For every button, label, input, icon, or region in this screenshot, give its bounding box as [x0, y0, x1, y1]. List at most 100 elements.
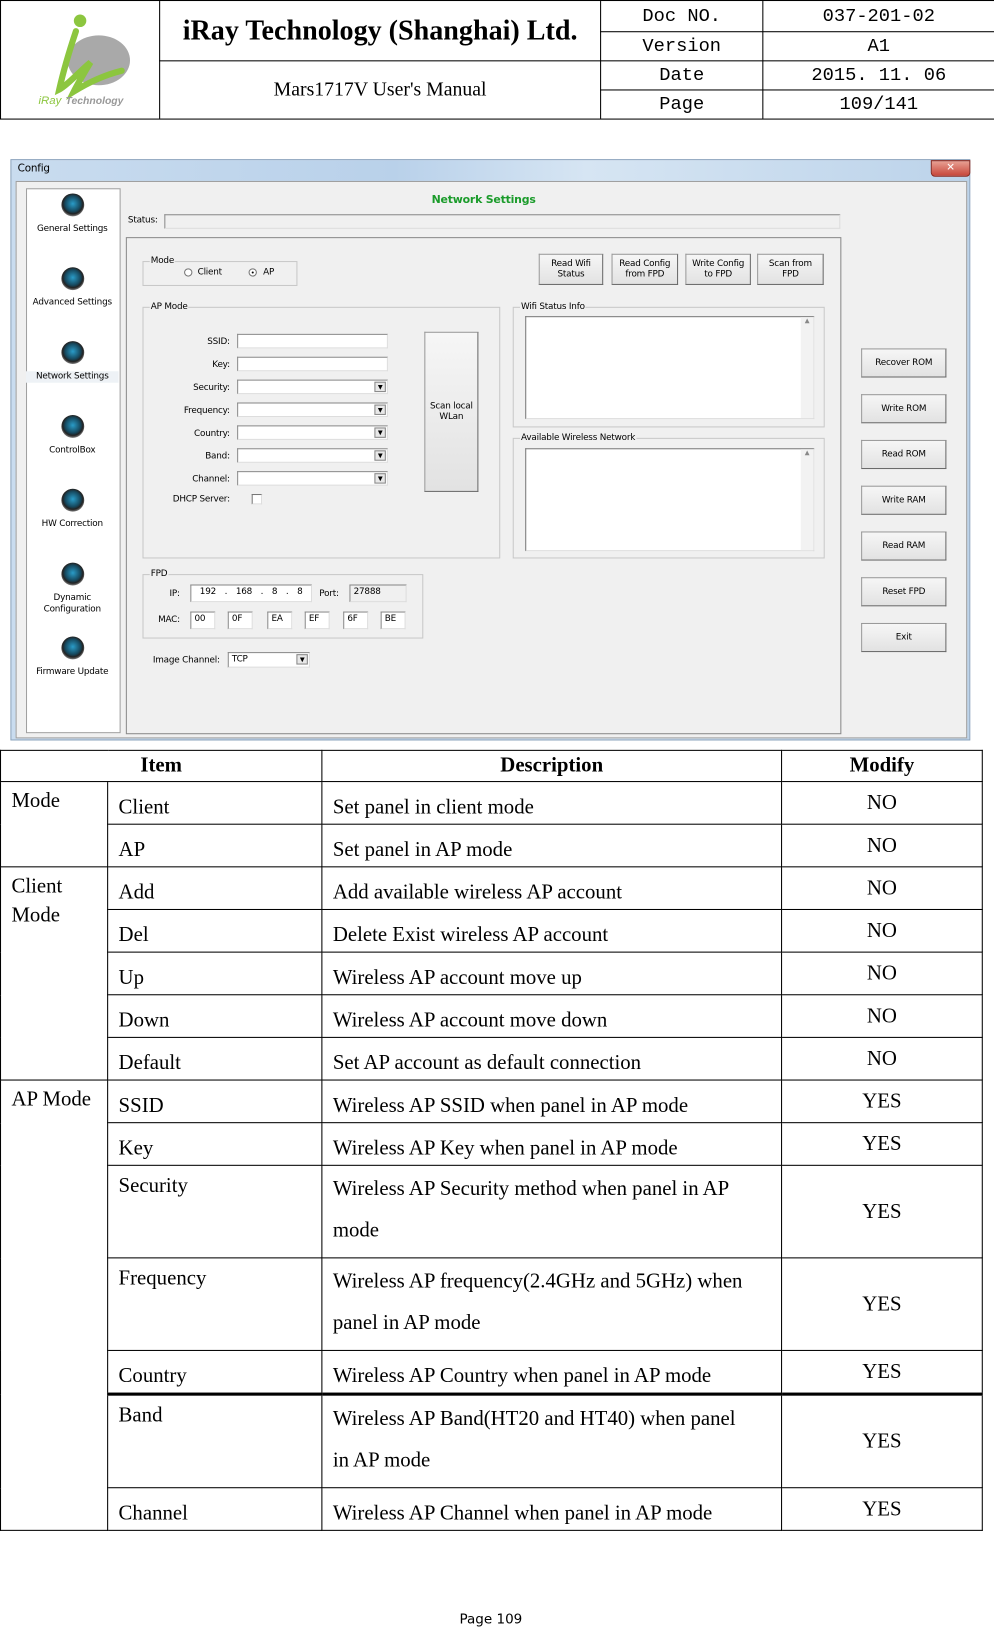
description-cell: Wireless AP Key when panel in AP mode: [321, 1122, 783, 1166]
table-row: AP Set panel in AP mode NO: [1, 823, 983, 868]
scrollbar[interactable]: ▲: [800, 449, 814, 551]
page-value: 109/141: [839, 94, 919, 115]
document-header: iRay Technology iRay Technology (Shangha…: [0, 0, 994, 120]
mac-input-2[interactable]: 0F: [227, 611, 253, 630]
button-label: Status: [557, 269, 585, 280]
table-row: Channel Wireless AP Channel when panel i…: [1, 1487, 983, 1531]
table-row: Security Wireless AP Security method whe…: [1, 1164, 983, 1259]
group-client-mode: Client Mode: [0, 866, 109, 1081]
mac-input-5[interactable]: 6F: [343, 611, 369, 630]
mac-input-4[interactable]: EF: [304, 611, 330, 630]
reset-fpd-button[interactable]: Reset FPD: [861, 577, 947, 607]
modify-cell: YES: [781, 1164, 983, 1259]
item-cell: Down: [107, 994, 323, 1038]
table-row: Default Set AP account as default connec…: [1, 1036, 983, 1081]
sidebar-label: HW Correction: [41, 518, 103, 530]
network-settings-table: Item Description Modify Mode Client Set …: [0, 749, 983, 1531]
button-label: Read Config: [619, 258, 671, 270]
modify-cell: NO: [781, 994, 983, 1038]
table-row: Del Delete Exist wireless AP account NO: [1, 908, 983, 953]
table-row: AP Mode SSID Wireless AP SSID when panel…: [0, 1079, 983, 1531]
client-radio-label: Client: [197, 267, 223, 278]
image-channel-select[interactable]: TCP ▼: [227, 652, 310, 668]
ip-octet: 8: [271, 586, 278, 597]
description-cell: Wireless AP SSID when panel in AP mode: [321, 1079, 783, 1124]
scan-from-fpd-button[interactable]: Scan from FPD: [757, 253, 824, 285]
write-config-button[interactable]: Write Config to FPD: [685, 253, 751, 285]
dropdown-arrow-icon: ▼: [374, 427, 386, 438]
recover-rom-button[interactable]: Recover ROM: [861, 348, 947, 378]
header-modify: Modify: [781, 749, 983, 783]
page-footer: Page 109: [459, 1612, 523, 1628]
iray-logo-icon: iRay Technology: [38, 14, 130, 106]
available-network-list[interactable]: ▲: [525, 448, 815, 552]
description-line: Wireless AP Band(HT20 and HT40) when pan…: [332, 1407, 736, 1430]
section-title: Network Settings: [431, 193, 536, 206]
exit-button[interactable]: Exit: [861, 622, 947, 653]
modify-cell: NO: [781, 951, 983, 996]
client-radio[interactable]: [184, 268, 193, 277]
table-row: Frequency Wireless AP frequency(2.4GHz a…: [1, 1257, 983, 1351]
mac-input-6[interactable]: BE: [380, 611, 406, 630]
channel-select[interactable]: ▼: [237, 471, 388, 486]
scrollbar[interactable]: ▲: [800, 317, 814, 419]
key-input[interactable]: [237, 356, 388, 372]
frequency-label: Frequency:: [183, 405, 230, 416]
item-cell: Key: [107, 1122, 323, 1166]
table-row: Country Wireless AP Country when panel i…: [1, 1349, 983, 1396]
mac-input-1[interactable]: 00: [190, 611, 216, 630]
item-cell: Band: [107, 1393, 323, 1489]
read-wifi-status-button[interactable]: Read Wifi Status: [538, 253, 604, 285]
dropdown-arrow-icon: ▼: [374, 381, 386, 393]
modify-cell: YES: [781, 1393, 983, 1489]
band-select[interactable]: ▼: [237, 448, 388, 463]
description-cell: Wireless AP account move down: [321, 994, 783, 1038]
ip-label: IP:: [169, 588, 181, 600]
close-button[interactable]: ✕: [930, 160, 971, 177]
sidebar-label: Advanced Settings: [32, 297, 112, 308]
date-value: 2015. 11. 06: [811, 65, 947, 86]
read-ram-button[interactable]: Read RAM: [861, 531, 947, 561]
description-cell: Wireless AP Channel when panel in AP mod…: [321, 1487, 783, 1531]
ip-address-input[interactable]: 192. 168. 8. 8: [190, 584, 312, 603]
modify-cell: NO: [781, 823, 983, 868]
scan-local-wlan-button[interactable]: Scan local WLan: [424, 331, 479, 492]
window-title: Config: [17, 163, 50, 175]
ap-radio[interactable]: [248, 268, 257, 277]
read-config-button[interactable]: Read Config from FPD: [611, 253, 679, 285]
dhcp-server-checkbox[interactable]: [251, 493, 263, 505]
mac-input-3[interactable]: EA: [267, 611, 293, 630]
port-input[interactable]: 27888: [349, 584, 407, 603]
frequency-select[interactable]: ▼: [237, 402, 388, 418]
network-settings-icon: [61, 341, 85, 364]
modify-cell: NO: [781, 908, 983, 953]
status-field: [164, 214, 841, 229]
modify-cell: NO: [781, 866, 983, 910]
security-select[interactable]: ▼: [237, 379, 388, 395]
modify-cell: YES: [781, 1487, 983, 1531]
country-select[interactable]: ▼: [237, 425, 388, 440]
ssid-input[interactable]: [237, 333, 388, 349]
item-cell: Client: [107, 781, 323, 825]
dropdown-arrow-icon: ▼: [296, 654, 308, 665]
write-ram-button[interactable]: Write RAM: [861, 485, 947, 515]
button-label: Scan local: [429, 401, 473, 412]
hw-correction-icon: [61, 488, 85, 512]
description-line: Wireless AP Security method when panel i…: [332, 1177, 730, 1201]
sidebar-label: ControlBox: [49, 445, 96, 456]
description-line: Wireless AP frequency(2.4GHz and 5GHz) w…: [332, 1269, 743, 1293]
modify-cell: YES: [781, 1349, 983, 1396]
company-logo: iRay Technology: [1, 1, 159, 119]
available-network-label: Available Wireless Network: [520, 432, 637, 445]
description-line: in AP mode: [332, 1448, 431, 1472]
item-cell: SSID: [107, 1079, 323, 1124]
group-mode: Mode: [0, 781, 109, 868]
svg-text:iRay: iRay: [38, 94, 62, 106]
wifi-status-textarea[interactable]: ▲: [525, 316, 815, 420]
write-rom-button[interactable]: Write ROM: [861, 394, 947, 424]
controlbox-icon: [61, 414, 85, 438]
description-cell: Wireless AP frequency(2.4GHz and 5GHz) w…: [321, 1257, 783, 1351]
modify-cell: YES: [781, 1079, 983, 1124]
sidebar-label: Dynamic Configuration: [43, 592, 101, 615]
read-rom-button[interactable]: Read ROM: [861, 439, 947, 470]
